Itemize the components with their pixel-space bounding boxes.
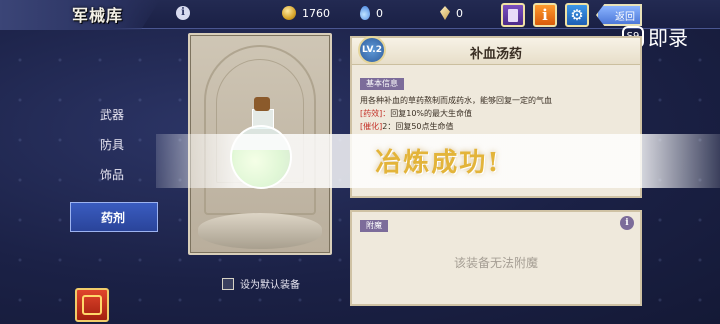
water-resource: 0 [360, 4, 383, 22]
enchant-panel: 附魔 i 该装备无法附魔 [350, 210, 642, 306]
crystal-icon [440, 6, 450, 20]
crystal-amount: 0 [456, 6, 463, 20]
refine-text: 2：回复50点生命值 [382, 122, 454, 131]
sidebar-item-potions[interactable]: 药剂 [70, 202, 158, 232]
item-description: 用各种补血的草药熬制而成药水，能够回复一定的气血 [360, 96, 552, 105]
chest-icon [82, 295, 102, 315]
level-badge: LV.2 [358, 36, 386, 64]
enchant-info-icon[interactable]: i [620, 216, 634, 230]
title-info-icon[interactable]: i [176, 6, 190, 20]
sidebar-item-label: 防具 [100, 137, 125, 152]
default-equip-label: 设为默认装备 [240, 280, 300, 291]
item-name-header: 补血汤药 [352, 38, 640, 65]
sidebar-item-label: 饰品 [100, 167, 125, 182]
book-button[interactable] [501, 3, 525, 27]
effect-text: 回复10%的最大生命值 [390, 109, 473, 118]
gold-resource: 1760 [282, 4, 330, 22]
page-title: 军械库 [72, 6, 124, 25]
water-amount: 0 [376, 6, 383, 20]
settings-button[interactable]: ⚙ [565, 3, 589, 27]
enchant-message: 该装备无法附魔 [453, 256, 538, 270]
effect-tag: [药效]： [360, 109, 391, 118]
default-equip-checkbox[interactable] [222, 277, 234, 290]
crystal-resource: 0 [440, 4, 463, 22]
toast-text: 冶炼成功! [375, 148, 501, 178]
refine-line: [催化]2：回复50点生命值 [360, 120, 632, 133]
water-drop-icon [360, 6, 370, 20]
basic-info-label: 基本信息 [360, 78, 404, 90]
gold-amount: 1760 [302, 6, 330, 20]
info-button[interactable]: i [533, 3, 557, 27]
sidebar-item-label: 武器 [100, 107, 125, 122]
book-icon [508, 8, 518, 22]
watermark-text: 即录 [648, 26, 688, 50]
sidebar-item-accessories[interactable]: 饰品 [70, 160, 158, 188]
item-description-block: 用各种补血的草药熬制而成药水，能够回复一定的气血 [药效]：回复10%的最大生命… [360, 94, 632, 133]
item-name: 补血汤药 [469, 47, 522, 62]
sidebar-item-armor[interactable]: 防具 [70, 130, 158, 158]
pedestal [198, 213, 322, 249]
refine-tag: [催化] [360, 122, 383, 131]
effect-line: [药效]：回复10%的最大生命值 [360, 107, 632, 120]
default-equip-option[interactable]: 设为默认装备 [222, 276, 300, 291]
treasure-button[interactable] [75, 288, 109, 322]
sidebar-item-label: 药剂 [101, 210, 126, 225]
enchant-label: 附魔 [360, 220, 388, 232]
category-sidebar: 武器 防具 饰品 药剂 [70, 100, 158, 234]
coin-icon [282, 6, 296, 20]
sidebar-item-weapons[interactable]: 武器 [70, 100, 158, 128]
success-toast: 冶炼成功! [156, 134, 720, 188]
